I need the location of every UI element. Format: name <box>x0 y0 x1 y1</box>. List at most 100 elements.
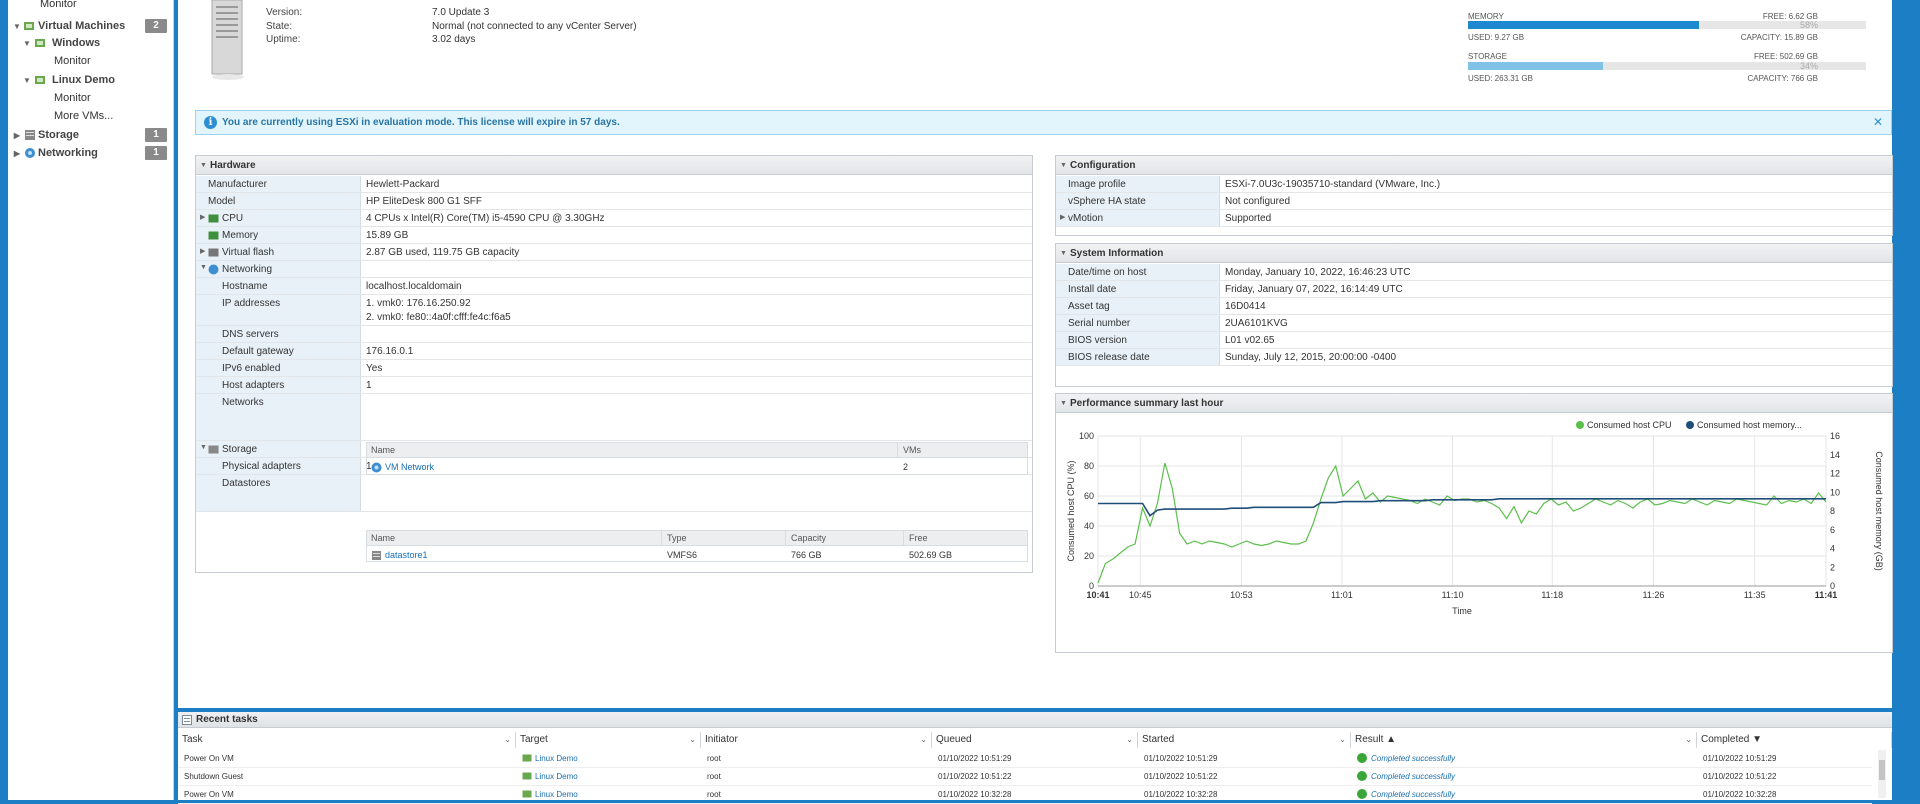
column-header[interactable]: Result ▲ ⌄ <box>1355 732 1697 748</box>
hardware-row: Manufacturer Hewlett-Packard <box>196 176 1032 193</box>
vm-count-badge: 2 <box>145 19 167 33</box>
hardware-row: Hostname localhost.localdomain <box>196 278 1032 295</box>
column-header[interactable]: Task ⌄ <box>182 732 516 748</box>
table-row[interactable] <box>178 768 1872 786</box>
memory-percent: 58% <box>1799 20 1818 30</box>
sidebar-item-monitor[interactable]: Monitor <box>8 0 173 13</box>
sidebar-item-storage[interactable]: ▶ Storage 1 <box>8 127 173 144</box>
y2-tick-label: 12 <box>1830 469 1840 479</box>
chevron-down-icon[interactable]: ▼ <box>1060 156 1067 175</box>
column-header[interactable]: Started ⌄ <box>1142 732 1351 748</box>
close-icon[interactable]: ✕ <box>1873 115 1883 129</box>
row-label-cell: ▶ Virtual flash <box>196 244 361 260</box>
vm-icon <box>522 772 532 780</box>
row-label-cell: Asset tag <box>1056 298 1220 314</box>
storage-icon <box>208 445 219 454</box>
hardware-row: Memory 15.89 GB <box>196 227 1032 244</box>
sidebar-item-more-vms[interactable]: More VMs... <box>8 108 173 125</box>
chevron-down-icon[interactable]: ▼ <box>22 35 32 52</box>
success-icon <box>1357 771 1367 781</box>
chevron-right-icon[interactable]: ▶ <box>12 127 22 144</box>
hardware-row: IP addresses 1. vmk0: 176.16.250.92 2. vmk… <box>196 295 1032 326</box>
chevron-down-icon[interactable]: ⌄ <box>689 732 696 748</box>
task-initiator-cell: root <box>707 772 721 781</box>
sidebar-item-windows-monitor[interactable]: Monitor <box>8 53 173 70</box>
row-label-cell: Memory <box>196 227 361 243</box>
sidebar-item-networking[interactable]: ▶ Networking 1 <box>8 145 173 162</box>
table-row[interactable] <box>178 786 1872 804</box>
chevron-right-icon[interactable]: ▶ <box>1060 213 1065 221</box>
chevron-down-icon[interactable]: ⌄ <box>920 732 927 748</box>
task-initiator-cell: root <box>707 754 721 763</box>
chevron-down-icon[interactable]: ⌄ <box>1339 732 1346 748</box>
column-header[interactable]: Completed ▼ <box>1701 732 1892 748</box>
sidebar-item-virtual-machines[interactable]: ▼ Virtual Machines 2 <box>8 18 173 35</box>
performance-panel-header[interactable]: ▼ Performance summary last hour <box>1056 394 1892 413</box>
chevron-right-icon[interactable]: ▶ <box>12 145 22 162</box>
column-header[interactable]: Queued ⌄ <box>936 732 1138 748</box>
success-icon <box>1357 753 1367 763</box>
x-tick-label: 11:41 <box>1815 590 1838 600</box>
chevron-down-icon[interactable]: ⌄ <box>1685 732 1692 748</box>
chevron-down-icon[interactable]: ⌄ <box>1126 732 1133 748</box>
system-row: Asset tag 16D0414 <box>1056 298 1892 315</box>
tasks-scrollbar[interactable] <box>1878 750 1886 798</box>
chevron-icon[interactable]: ▼ <box>200 444 207 451</box>
column-header[interactable]: Initiator ⌄ <box>705 732 932 748</box>
license-message: You are currently using ESXi in evaluati… <box>222 117 620 128</box>
scrollbar-thumb[interactable] <box>1879 760 1885 780</box>
task-target-cell[interactable]: Linux Demo <box>522 750 578 768</box>
chevron-down-icon[interactable]: ⌄ <box>504 732 511 748</box>
task-completed-cell: 01/10/2022 10:51:29 <box>1703 754 1777 763</box>
chevron-down-icon[interactable]: ▼ <box>1060 394 1067 413</box>
row-label-cell: BIOS release date <box>1056 349 1220 365</box>
memory-used: USED: 9.27 GB <box>1468 33 1525 42</box>
row-label-cell: IP addresses <box>196 295 361 325</box>
memory-label: MEMORY <box>1468 12 1504 21</box>
hardware-panel-header[interactable]: ▼ Hardware <box>196 156 1032 175</box>
hardware-row: ▶ Virtual flash 2.87 GB used, 119.75 GB ca… <box>196 244 1032 261</box>
chevron-icon[interactable]: ▶ <box>200 247 205 255</box>
row-label-cell: Datastores <box>196 475 361 511</box>
sidebar-item-linux-demo[interactable]: ▼ Linux Demo <box>8 72 173 89</box>
datastore1-link[interactable]: datastore1 <box>385 550 428 560</box>
datastore-icon <box>372 551 381 560</box>
x-tick-label: 10:53 <box>1230 590 1253 600</box>
column-header[interactable]: Target ⌄ <box>520 732 701 748</box>
chevron-down-icon[interactable]: ▼ <box>22 72 32 89</box>
vm-icon <box>35 39 45 47</box>
y2-tick-label: 10 <box>1830 487 1840 497</box>
networking-icon <box>208 264 219 275</box>
vm-icon <box>35 76 45 84</box>
chevron-down-icon[interactable]: ▼ <box>12 18 22 35</box>
storage-capacity: CAPACITY: 766 GB <box>1747 74 1818 83</box>
task-task-cell: Power On VM <box>184 754 234 763</box>
storage-percent: 34% <box>1799 61 1818 71</box>
table-row[interactable] <box>178 750 1872 768</box>
vm-network-link[interactable]: VM Network <box>385 462 434 472</box>
chevron-down-icon[interactable]: ▼ <box>1060 244 1067 263</box>
task-completed-cell: 01/10/2022 10:32:28 <box>1703 790 1777 799</box>
y-tick-label: 60 <box>1084 491 1094 501</box>
chevron-icon[interactable]: ▶ <box>200 213 205 221</box>
chevron-icon[interactable]: ▼ <box>200 264 207 271</box>
storage-label: STORAGE <box>1468 52 1507 61</box>
flash-icon <box>208 248 219 257</box>
configuration-panel-header[interactable]: ▼ Configuration <box>1056 156 1892 175</box>
recent-tasks-header[interactable]: Recent tasks <box>178 712 1892 728</box>
task-target-cell[interactable]: Linux Demo <box>522 786 578 804</box>
chevron-down-icon[interactable]: ▼ <box>200 156 207 175</box>
x-tick-label: 11:10 <box>1442 590 1464 600</box>
system-information-panel-header[interactable]: ▼ System Information <box>1056 244 1892 263</box>
sidebar-item-windows[interactable]: ▼ Windows <box>8 35 173 52</box>
task-target-cell[interactable]: Linux Demo <box>522 768 578 786</box>
x-tick-label: 10:45 <box>1129 590 1152 600</box>
tasks-icon <box>182 715 192 725</box>
storage-usage-fill <box>1468 62 1604 70</box>
virtual-machines-icon <box>24 22 34 30</box>
hardware-panel: ▼ Hardware Manufacturer Hewlett-Packard Mod… <box>195 155 1033 573</box>
sidebar-item-linux-monitor[interactable]: Monitor <box>8 90 173 107</box>
legend-label[interactable]: Consumed host CPU <box>1587 420 1672 430</box>
legend-label[interactable]: Consumed host memory... <box>1697 420 1802 430</box>
hardware-row: Model HP EliteDesk 800 G1 SFF <box>196 193 1032 210</box>
